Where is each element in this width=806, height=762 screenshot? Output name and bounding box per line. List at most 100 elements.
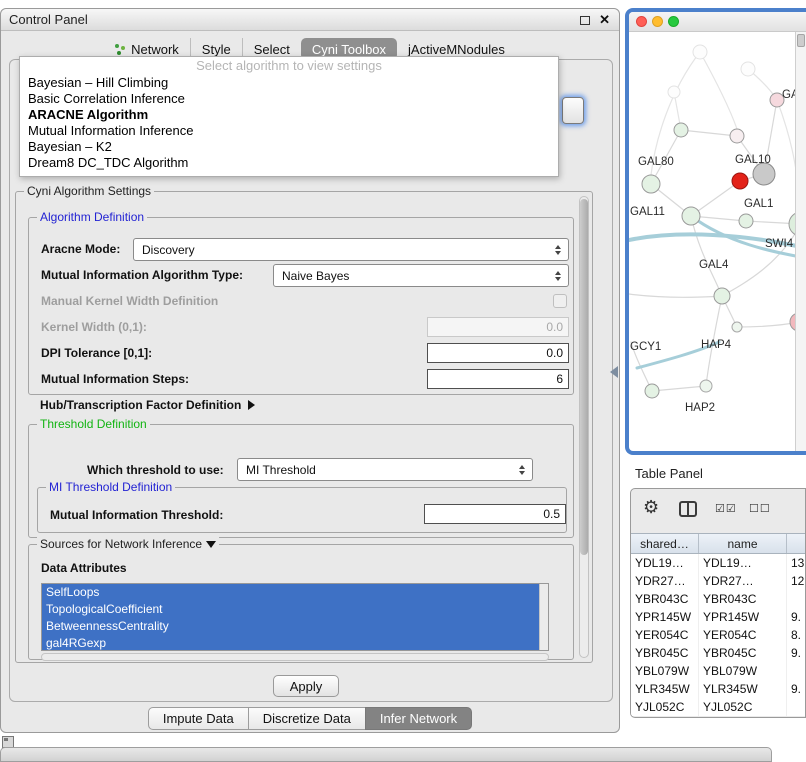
manual-kernel-checkbox[interactable] [553,294,567,308]
unchecked-boxes-icon[interactable]: ☐☐ [749,502,771,515]
window-buttons: ✕ [580,9,610,31]
network-node[interactable] [714,288,730,304]
which-threshold-label: Which threshold to use: [87,463,224,477]
gear-icon[interactable]: ⚙ [643,497,659,518]
data-attribute-item[interactable]: TopologicalCoefficient [42,601,539,618]
apply-button[interactable]: Apply [273,675,339,697]
table-row[interactable]: YER054CYER054C8. [631,626,805,644]
network-node[interactable] [645,384,659,398]
control-panel-titlebar[interactable]: Control Panel ✕ [1,9,619,31]
algorithm-definition-title: Algorithm Definition [37,210,147,224]
bottom-tab-infer-network[interactable]: Infer Network [365,707,472,730]
algorithm-option-dream8-dc-tdc-algorithm[interactable]: Dream8 DC_TDC Algorithm [20,155,558,171]
mi-threshold-field[interactable]: 0.5 [424,504,566,524]
bottom-tab-discretize-data[interactable]: Discretize Data [248,707,366,730]
table-row[interactable]: YBR045CYBR045C9. [631,644,805,662]
which-threshold-select[interactable]: MI Threshold [237,458,533,481]
algorithm-option-bayesian-k2[interactable]: Bayesian – K2 [20,139,558,155]
mi-threshold-value: 0.5 [543,507,560,521]
checked-boxes-icon[interactable]: ☑☑ [715,502,737,515]
list-vertical-scrollbar[interactable] [539,584,548,650]
network-node[interactable] [682,207,700,225]
table-cell [787,590,806,608]
network-node[interactable] [668,86,680,98]
algorithm-option-basic-correlation-inference[interactable]: Basic Correlation Inference [20,91,558,107]
dpi-tolerance-field[interactable]: 0.0 [427,343,569,363]
table-row[interactable]: YPR145WYPR145W9. [631,608,805,626]
close-traffic-light-icon[interactable] [636,16,647,27]
network-window-titlebar[interactable] [629,12,806,32]
algorithm-option-mutual-information-inference[interactable]: Mutual Information Inference [20,123,558,139]
network-node[interactable] [739,214,753,228]
expand-right-icon [248,400,255,410]
network-view-window: GAL8GAL80GAL10GAL11GAL1SWI4GAL4GCY1HAP4H… [625,8,806,455]
aracne-mode-select[interactable]: Discovery [133,238,569,261]
algorithm-option-bayesian-hill-climbing[interactable]: Bayesian – Hill Climbing [20,75,558,91]
float-window-icon[interactable] [580,16,590,25]
dropdown-placeholder: Select algorithm to view settings [20,57,558,75]
network-node[interactable] [732,173,748,189]
node-label: GAL1 [744,198,773,210]
tab-label: Cyni Toolbox [312,42,386,57]
minimize-traffic-light-icon[interactable] [652,16,663,27]
data-attribute-item[interactable]: gal4RGexp [42,635,539,651]
mi-threshold-group-title: MI Threshold Definition [46,480,175,494]
sources-group-title[interactable]: Sources for Network Inference [37,537,219,551]
table-body: YDL19…YDL19…13YDR27…YDR27…12YBR043CYBR04… [631,554,805,716]
network-node[interactable] [693,45,707,59]
columns-icon[interactable] [679,501,697,517]
hub-definition-toggle[interactable]: Hub/Transcription Factor Definition [40,398,255,412]
mi-type-value: Naive Bayes [282,269,552,283]
focused-small-button[interactable] [562,97,584,124]
apply-label: Apply [290,679,323,694]
table-row[interactable]: YLR345WYLR345W9. [631,680,805,698]
mi-steps-value: 6 [556,372,563,386]
close-window-icon[interactable]: ✕ [599,9,610,31]
table-header-row: shared…name [631,533,805,554]
table-row[interactable]: YBL079WYBL079W [631,662,805,680]
network-node[interactable] [732,322,742,332]
bottom-tabbar: Impute DataDiscretize DataInfer Network [1,707,619,730]
network-node[interactable] [730,129,744,143]
table-panel-window: ⚙ ☑☑ ☐☐ shared…name YDL19…YDL19…13YDR27…… [630,488,806,718]
node-label: HAP4 [701,339,732,351]
bottom-tab-impute-data[interactable]: Impute Data [148,707,249,730]
data-attribute-item[interactable]: SelfLoops [42,584,539,601]
data-attributes-list[interactable]: SelfLoopsTopologicalCoefficientBetweenne… [41,583,549,651]
column-header[interactable] [787,534,806,553]
settings-scrollbar[interactable] [579,196,589,658]
splitter-collapse-arrow-icon[interactable] [610,366,618,378]
network-node[interactable] [753,163,775,185]
table-row[interactable]: YDR27…YDR27…12 [631,572,805,590]
mi-steps-field[interactable]: 6 [427,369,569,389]
combo-arrows-icon [516,465,527,475]
network-node[interactable] [741,62,755,76]
table-row[interactable]: YJL052CYJL052C [631,698,805,716]
mi-type-select[interactable]: Naive Bayes [273,264,569,287]
network-node[interactable] [700,380,712,392]
column-header[interactable]: shared… [631,534,699,553]
zoom-traffic-light-icon[interactable] [668,16,679,27]
table-row[interactable]: YBR043CYBR043C [631,590,805,608]
algorithm-option-aracne-algorithm[interactable]: ARACNE Algorithm [20,107,558,123]
scrollbar-thumb[interactable] [580,199,588,555]
table-cell [787,698,806,716]
table-cell: YBR043C [699,590,787,608]
table-cell: 8. [787,626,806,644]
scrollbar-thumb[interactable] [797,34,805,47]
dpi-tolerance-value: 0.0 [546,346,563,360]
data-attribute-item[interactable]: BetweennessCentrality [42,618,539,635]
network-node[interactable] [674,123,688,137]
table-cell: YBR045C [631,644,699,662]
column-header[interactable]: name [699,534,787,553]
network-scrollbar[interactable] [795,32,806,451]
list-horizontal-scrollbar[interactable] [41,653,549,661]
bottom-panel-bar[interactable] [0,747,772,762]
network-edge [691,216,722,296]
network-graph[interactable]: GAL8GAL80GAL10GAL11GAL1SWI4GAL4GCY1HAP4H… [629,12,806,451]
network-node[interactable] [642,175,660,193]
cyni-algorithm-settings-group: Cyni Algorithm Settings Algorithm Defini… [15,191,593,663]
table-row[interactable]: YDL19…YDL19…13 [631,554,805,572]
kernel-width-field[interactable]: 0.0 [427,317,569,337]
table-cell: YDL19… [699,554,787,572]
